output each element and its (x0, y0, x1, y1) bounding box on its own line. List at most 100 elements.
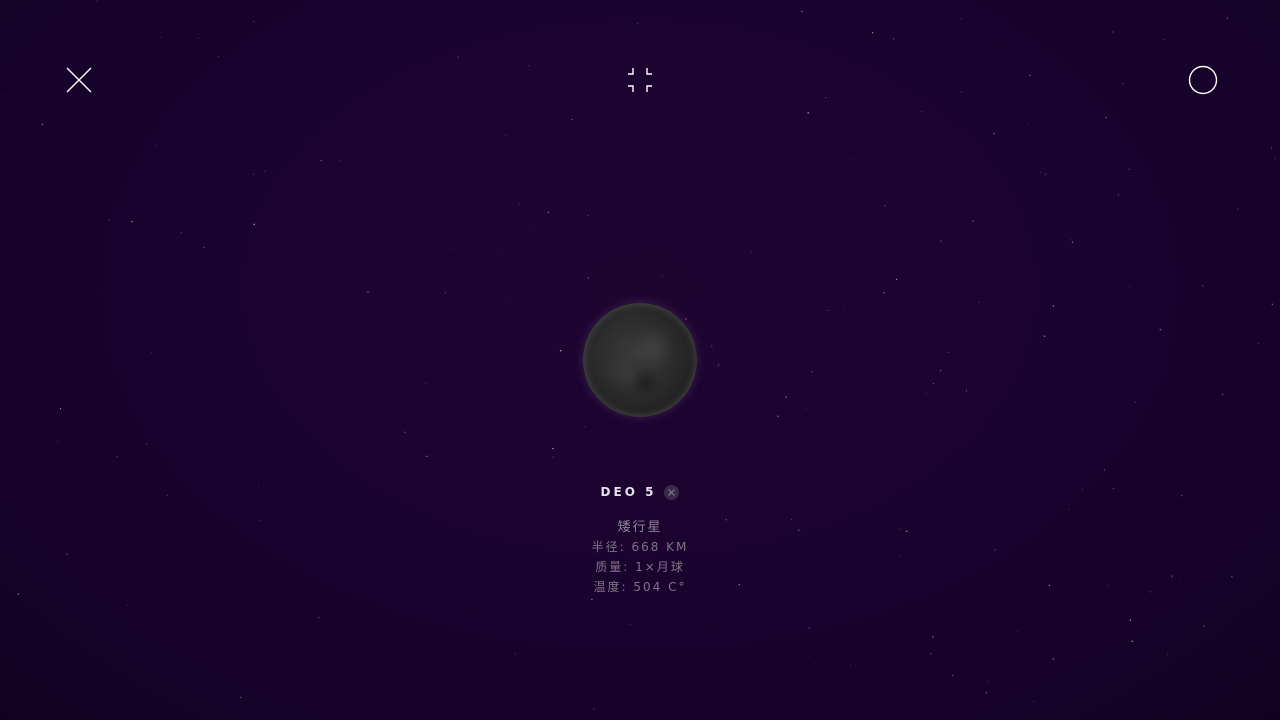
star (993, 132, 995, 135)
star (258, 485, 260, 487)
star (1071, 238, 1072, 240)
star (940, 240, 942, 242)
star (825, 96, 827, 99)
star (827, 309, 829, 311)
star (952, 675, 954, 677)
star (240, 696, 242, 699)
star (843, 308, 845, 310)
star (1081, 488, 1083, 490)
star (1122, 83, 1124, 84)
star (587, 214, 589, 216)
planet-info-panel: DEO 5 矮行星 半径: 668 KM 质量: 1×月球 温度: 504 C° (440, 482, 840, 595)
star (1103, 469, 1106, 471)
star (711, 345, 713, 347)
star (905, 530, 908, 533)
star (1, 94, 3, 96)
star (1180, 580, 1182, 582)
star (547, 211, 550, 214)
star (1131, 640, 1133, 642)
star (584, 426, 586, 428)
star (777, 415, 779, 417)
star (559, 349, 562, 352)
planet-temperature: 温度: 504 C° (593, 580, 687, 594)
planet-radius: 半径: 668 KM (591, 540, 689, 554)
star (1128, 168, 1130, 170)
star (1226, 17, 1229, 19)
star (528, 226, 530, 227)
star (685, 318, 687, 320)
star (166, 494, 169, 497)
star (591, 598, 593, 601)
star (1212, 503, 1213, 505)
star (108, 219, 110, 221)
star (197, 37, 199, 39)
star (985, 692, 988, 694)
star (1221, 40, 1223, 42)
star (1231, 576, 1233, 578)
star (960, 91, 962, 93)
star (17, 593, 20, 595)
star (1068, 509, 1071, 511)
star (807, 112, 809, 114)
star (849, 664, 852, 667)
star (253, 20, 255, 22)
star (426, 455, 428, 458)
star (978, 301, 980, 303)
star (939, 369, 942, 372)
star (102, 77, 104, 79)
star (637, 23, 639, 24)
star (1237, 208, 1239, 210)
fullscreen-exit-button[interactable] (626, 66, 654, 94)
circle-button[interactable] (1188, 65, 1218, 95)
remove-button[interactable] (664, 484, 680, 500)
star (883, 292, 885, 294)
star (54, 166, 55, 168)
star (774, 680, 775, 682)
planet-sphere[interactable] (583, 303, 697, 417)
star (886, 646, 888, 647)
star (571, 118, 573, 121)
star (1029, 74, 1031, 77)
star (367, 291, 369, 293)
star (151, 352, 152, 353)
star (253, 223, 255, 226)
star (318, 616, 320, 619)
star (884, 204, 886, 207)
star (96, 0, 98, 2)
star (1071, 241, 1074, 243)
star (933, 383, 935, 385)
star (587, 277, 589, 279)
star (920, 110, 922, 112)
star (1044, 173, 1046, 175)
star (925, 393, 927, 395)
star (320, 159, 322, 162)
star (1163, 39, 1164, 40)
star (1052, 305, 1055, 307)
star (41, 123, 44, 126)
star (497, 249, 499, 251)
star (972, 220, 974, 222)
star (145, 443, 148, 445)
star (871, 32, 874, 34)
star (57, 441, 59, 443)
star (1150, 591, 1151, 593)
star (126, 604, 128, 606)
star (203, 246, 205, 249)
star (593, 708, 595, 710)
star (895, 278, 898, 281)
close-button[interactable] (66, 67, 92, 93)
star (1181, 495, 1183, 497)
star (1105, 116, 1107, 119)
star (718, 364, 720, 366)
star (59, 408, 62, 410)
star (932, 636, 934, 638)
star (1159, 328, 1162, 331)
star (99, 292, 100, 294)
star (518, 203, 520, 205)
star (35, 604, 37, 606)
star (1221, 393, 1224, 395)
star (264, 170, 266, 173)
star (1202, 284, 1204, 287)
star (552, 456, 554, 458)
star (1128, 286, 1130, 288)
